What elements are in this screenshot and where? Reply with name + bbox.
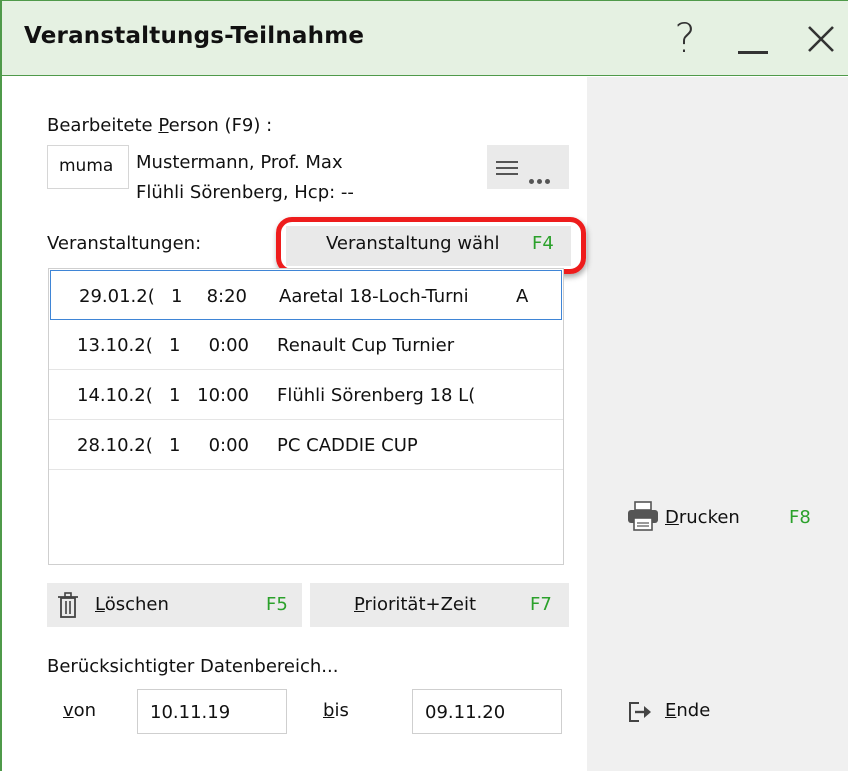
end-label: Ende	[665, 700, 711, 721]
printer-icon	[628, 501, 658, 531]
person-code-input[interactable]: muma	[47, 145, 129, 189]
help-icon: ?	[674, 16, 696, 62]
person-label: Bearbeitete Person (F9) :	[47, 115, 273, 136]
end-button[interactable]: Ende	[624, 694, 744, 730]
exit-icon	[629, 702, 651, 722]
delete-button[interactable]: Löschen F5	[47, 583, 302, 627]
events-list[interactable]: 29.01.2( 1 8:20 Aaretal 18-Loch-Turni A …	[48, 268, 564, 565]
print-button[interactable]: Drucken F8	[624, 499, 824, 539]
priority-time-button[interactable]: Priorität+Zeit F7	[310, 583, 569, 627]
priority-time-label: Priorität+Zeit	[354, 594, 477, 615]
minimize-icon	[738, 50, 768, 54]
person-club: Flühli Sörenberg, Hcp: --	[136, 182, 354, 203]
menu-icon[interactable]	[496, 161, 518, 175]
title-bar: Veranstaltungs-Teilnahme ?	[2, 0, 848, 76]
dialog-window: Veranstaltungs-Teilnahme ? Bearbeitete P…	[0, 0, 848, 771]
delete-label: Löschen	[95, 594, 169, 615]
minimize-button[interactable]	[726, 13, 780, 65]
from-label: von	[63, 700, 97, 721]
list-item[interactable]: 28.10.2( 1 0:00 PC CADDIE CUP	[49, 420, 563, 470]
events-label: Veranstaltungen:	[47, 233, 202, 254]
more-icon[interactable]	[529, 167, 555, 184]
person-tools	[487, 145, 569, 189]
list-item[interactable]: 14.10.2( 1 10:00 Flühli Sörenberg 18 L(	[49, 370, 563, 420]
side-panel	[587, 77, 848, 771]
list-item[interactable]: 13.10.2( 1 0:00 Renault Cup Turnier	[49, 320, 563, 370]
close-icon	[808, 26, 834, 52]
trash-icon	[58, 592, 78, 618]
from-date-input[interactable]: 10.11.19	[137, 689, 287, 734]
print-key: F8	[789, 507, 811, 528]
window-title: Veranstaltungs-Teilnahme	[24, 23, 365, 49]
close-button[interactable]	[794, 13, 848, 65]
person-name: Mustermann, Prof. Max	[136, 152, 343, 173]
highlight-annotation	[276, 217, 586, 274]
to-label: bis	[323, 700, 349, 721]
help-button[interactable]: ?	[658, 13, 712, 65]
to-date-input[interactable]: 09.11.20	[412, 689, 562, 734]
delete-key: F5	[266, 594, 288, 615]
print-label: Drucken	[665, 507, 740, 528]
priority-time-key: F7	[530, 594, 552, 615]
list-item[interactable]: 29.01.2( 1 8:20 Aaretal 18-Loch-Turni A	[50, 270, 562, 320]
range-label: Berücksichtigter Datenbereich...	[47, 656, 339, 677]
